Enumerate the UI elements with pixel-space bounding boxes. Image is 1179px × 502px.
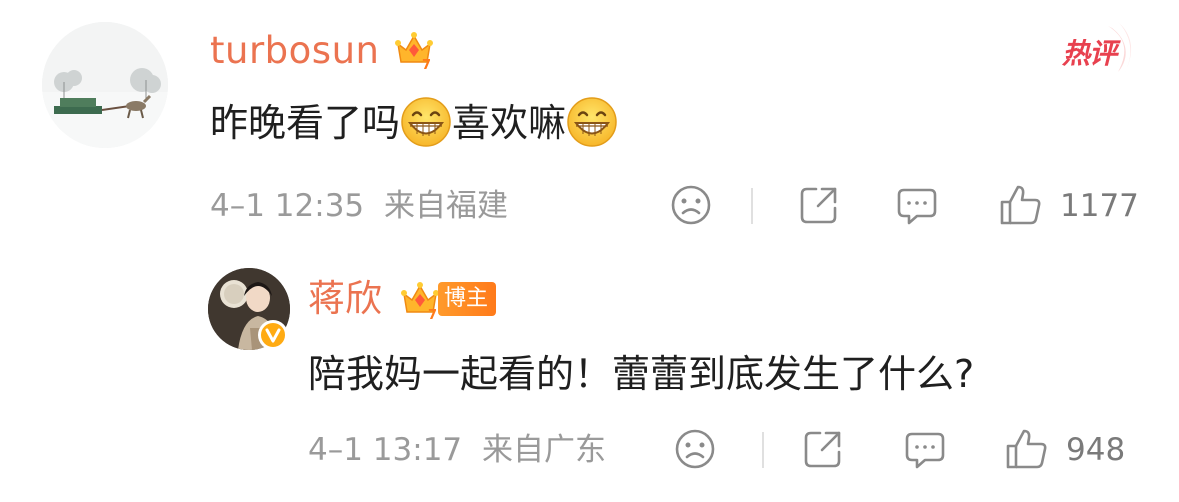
action-divider xyxy=(762,432,764,468)
share-icon[interactable] xyxy=(800,426,846,472)
avatar[interactable] xyxy=(42,22,168,148)
svg-text:7: 7 xyxy=(422,58,431,72)
comment-thread: turbosun 7 热评 昨晚看了吗 喜欢嘛 4–1 12:35 来自福建 1… xyxy=(0,0,1179,502)
comment-text-part2: 喜欢嘛 xyxy=(452,101,567,145)
comment-bubble-icon[interactable] xyxy=(902,426,948,472)
reply-username[interactable]: 蒋欣 xyxy=(308,274,382,324)
comment-location: 来自福建 xyxy=(384,188,508,224)
action-divider xyxy=(751,188,753,224)
share-icon[interactable] xyxy=(796,182,842,228)
reply-location: 来自广东 xyxy=(482,432,606,468)
comment-meta: 4–1 12:35 来自福建 xyxy=(210,186,508,226)
svg-text:7: 7 xyxy=(428,308,437,322)
grin-emoji xyxy=(400,96,452,148)
grin-emoji xyxy=(566,96,618,148)
blogger-tag: 博主 xyxy=(438,282,497,316)
sad-face-icon[interactable] xyxy=(672,426,718,472)
username[interactable]: turbosun xyxy=(210,26,379,76)
reply-like-count: 948 xyxy=(1066,432,1126,468)
verified-v-icon xyxy=(258,320,288,350)
comment-text-part1: 昨晚看了吗 xyxy=(210,101,401,145)
hot-comment-badge: 热评 xyxy=(1060,22,1138,82)
thumbs-up-icon[interactable] xyxy=(1004,426,1050,472)
hot-label: 热评 xyxy=(1062,37,1117,70)
comment-bubble-icon[interactable] xyxy=(894,182,940,228)
reply-time: 4–1 13:17 xyxy=(308,432,463,468)
reply-meta: 4–1 13:17 来自广东 xyxy=(308,430,606,470)
reply-text: 陪我妈一起看的！蕾蕾到底发生了什么? xyxy=(308,352,975,396)
sad-face-icon[interactable] xyxy=(668,182,714,228)
like-count: 1177 xyxy=(1060,188,1139,224)
crown-icon: 7 xyxy=(392,28,436,73)
thumbs-up-icon[interactable] xyxy=(998,182,1044,228)
crown-icon: 7 xyxy=(398,278,442,323)
comment-text: 昨晚看了吗 喜欢嘛 xyxy=(210,96,618,149)
comment-time: 4–1 12:35 xyxy=(210,188,365,224)
